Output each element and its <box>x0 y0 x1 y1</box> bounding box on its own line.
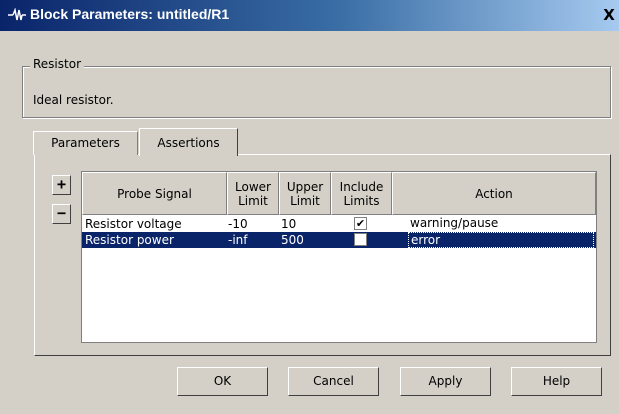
title-bar[interactable]: Block Parameters: untitled/R1 X <box>0 0 619 31</box>
resistor-groupbox <box>22 66 611 118</box>
lower-limit-cell[interactable]: -inf <box>228 232 248 248</box>
tab-assertions[interactable]: Assertions <box>139 128 238 156</box>
column-header-label: Lower <box>235 179 271 194</box>
close-icon[interactable]: X <box>601 5 617 25</box>
ok-button[interactable]: OK <box>177 367 268 396</box>
column-header-include-limits[interactable]: Include Limits <box>331 172 392 215</box>
help-button[interactable]: Help <box>511 367 602 396</box>
action-cell[interactable]: warning/pause <box>408 216 594 232</box>
column-header-label: Action <box>475 186 513 201</box>
probe-signal-cell[interactable]: Resistor power <box>85 232 174 248</box>
column-header-label: Limit <box>290 193 320 208</box>
probe-signal-cell[interactable]: Resistor voltage <box>85 216 182 232</box>
column-header-label: Limit <box>238 193 268 208</box>
column-header-probe-signal[interactable]: Probe Signal <box>82 172 227 215</box>
column-header-label: Limits <box>343 193 380 208</box>
cancel-button[interactable]: Cancel <box>288 367 379 396</box>
table-header: Probe Signal Lower Limit Upper Limit Inc… <box>82 172 596 215</box>
include-limits-checkbox[interactable] <box>354 233 367 246</box>
add-row-button[interactable]: + <box>52 175 71 195</box>
upper-limit-cell[interactable]: 10 <box>281 216 296 232</box>
column-header-upper-limit[interactable]: Upper Limit <box>279 172 331 215</box>
table-row[interactable]: Resistor voltage -10 10 ✔ warning/pause <box>82 216 596 232</box>
action-cell[interactable]: error <box>408 232 594 248</box>
group-description: Ideal resistor. <box>33 93 114 107</box>
column-header-label: Include <box>339 179 384 194</box>
column-header-label: Upper <box>286 179 324 194</box>
window-title: Block Parameters: untitled/R1 <box>30 6 230 22</box>
column-header-action[interactable]: Action <box>392 172 596 215</box>
assertions-table: Probe Signal Lower Limit Upper Limit Inc… <box>81 171 597 343</box>
remove-row-button[interactable]: − <box>52 204 71 224</box>
apply-button[interactable]: Apply <box>400 367 491 396</box>
table-row[interactable]: Resistor power -inf 500 error <box>82 232 596 248</box>
upper-limit-cell[interactable]: 500 <box>281 232 304 248</box>
tab-parameters[interactable]: Parameters <box>33 131 138 155</box>
block-icon <box>8 7 26 22</box>
block-parameters-dialog: Block Parameters: untitled/R1 X Resistor… <box>0 0 619 414</box>
include-limits-checkbox[interactable]: ✔ <box>354 217 367 230</box>
group-legend: Resistor <box>30 57 84 71</box>
column-header-lower-limit[interactable]: Lower Limit <box>227 172 279 215</box>
column-header-label: Probe Signal <box>117 186 192 201</box>
lower-limit-cell[interactable]: -10 <box>228 216 248 232</box>
